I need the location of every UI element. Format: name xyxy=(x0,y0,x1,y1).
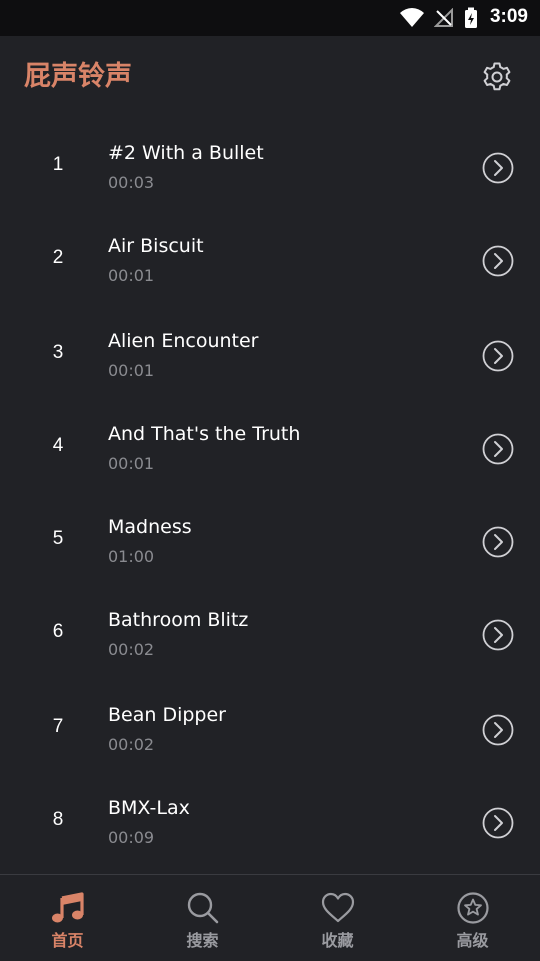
chevron-right-circle-icon[interactable] xyxy=(481,525,515,559)
item-title: Bean Dipper xyxy=(108,704,226,726)
item-index: 5 xyxy=(52,528,64,549)
gear-icon xyxy=(483,62,511,91)
nav-search[interactable]: 搜索 xyxy=(135,875,270,961)
nav-label-premium: 高级 xyxy=(456,931,489,950)
item-index: 2 xyxy=(52,247,64,268)
search-icon xyxy=(187,892,218,924)
status-bar: 3:09 xyxy=(0,0,540,36)
item-index: 1 xyxy=(52,154,64,175)
item-title: Air Biscuit xyxy=(108,235,204,257)
chevron-right-circle-icon[interactable] xyxy=(481,339,515,373)
item-index: 3 xyxy=(52,342,64,363)
item-duration: 00:02 xyxy=(108,735,155,754)
item-index: 8 xyxy=(52,809,64,830)
list-item[interactable]: 8 BMX-Lax 00:09 xyxy=(0,775,540,868)
chevron-right-circle-icon[interactable] xyxy=(481,806,515,840)
item-duration: 00:03 xyxy=(108,173,155,192)
item-title: Alien Encounter xyxy=(108,330,259,352)
item-title: #2 With a Bullet xyxy=(108,142,264,164)
app-title: 屁声铃声 xyxy=(24,61,132,92)
nav-premium[interactable]: 高级 xyxy=(405,875,540,961)
list-item[interactable]: 7 Bean Dipper 00:02 xyxy=(0,682,540,775)
item-title: Bathroom Blitz xyxy=(108,609,249,631)
wifi-icon xyxy=(400,8,424,27)
battery-charging-icon xyxy=(465,7,477,28)
chevron-right-circle-icon[interactable] xyxy=(481,713,515,747)
chevron-right-circle-icon[interactable] xyxy=(481,618,515,652)
nav-label-search: 搜索 xyxy=(186,931,219,950)
item-title: And That's the Truth xyxy=(108,423,301,445)
item-duration: 00:02 xyxy=(108,640,155,659)
heart-icon xyxy=(321,892,354,923)
settings-button[interactable] xyxy=(478,58,516,96)
chevron-right-circle-icon[interactable] xyxy=(481,244,515,278)
list-item[interactable]: 6 Bathroom Blitz 00:02 xyxy=(0,587,540,680)
nav-favorites[interactable]: 收藏 xyxy=(270,875,405,961)
item-title: BMX-Lax xyxy=(108,797,190,819)
item-duration: 01:00 xyxy=(108,547,155,566)
status-time: 3:09 xyxy=(489,6,528,27)
nav-label-home: 首页 xyxy=(51,931,84,950)
list-item[interactable]: 1 #2 With a Bullet 00:03 xyxy=(0,120,540,213)
item-duration: 00:01 xyxy=(108,361,155,380)
star-circle-icon xyxy=(456,892,489,924)
item-duration: 00:09 xyxy=(108,828,155,847)
item-index: 4 xyxy=(52,435,64,456)
item-duration: 00:01 xyxy=(108,266,155,285)
list-item[interactable]: 2 Air Biscuit 00:01 xyxy=(0,213,540,306)
chevron-right-circle-icon[interactable] xyxy=(481,151,515,185)
list-item[interactable]: 5 Madness 01:00 xyxy=(0,494,540,587)
nav-label-favorites: 收藏 xyxy=(321,931,354,950)
music-note-icon xyxy=(51,892,84,923)
no-signal-icon xyxy=(434,8,453,27)
app-header: 屁声铃声 xyxy=(0,36,540,116)
item-index: 6 xyxy=(52,621,64,642)
list-item[interactable]: 3 Alien Encounter 00:01 xyxy=(0,308,540,401)
list-item[interactable]: 4 And That's the Truth 00:01 xyxy=(0,401,540,494)
item-title: Madness xyxy=(108,516,192,538)
item-duration: 00:01 xyxy=(108,454,155,473)
chevron-right-circle-icon[interactable] xyxy=(481,432,515,466)
item-index: 7 xyxy=(52,716,64,737)
bottom-nav: 首页 搜索 收藏 高级 xyxy=(0,874,540,961)
nav-home[interactable]: 首页 xyxy=(0,875,135,961)
